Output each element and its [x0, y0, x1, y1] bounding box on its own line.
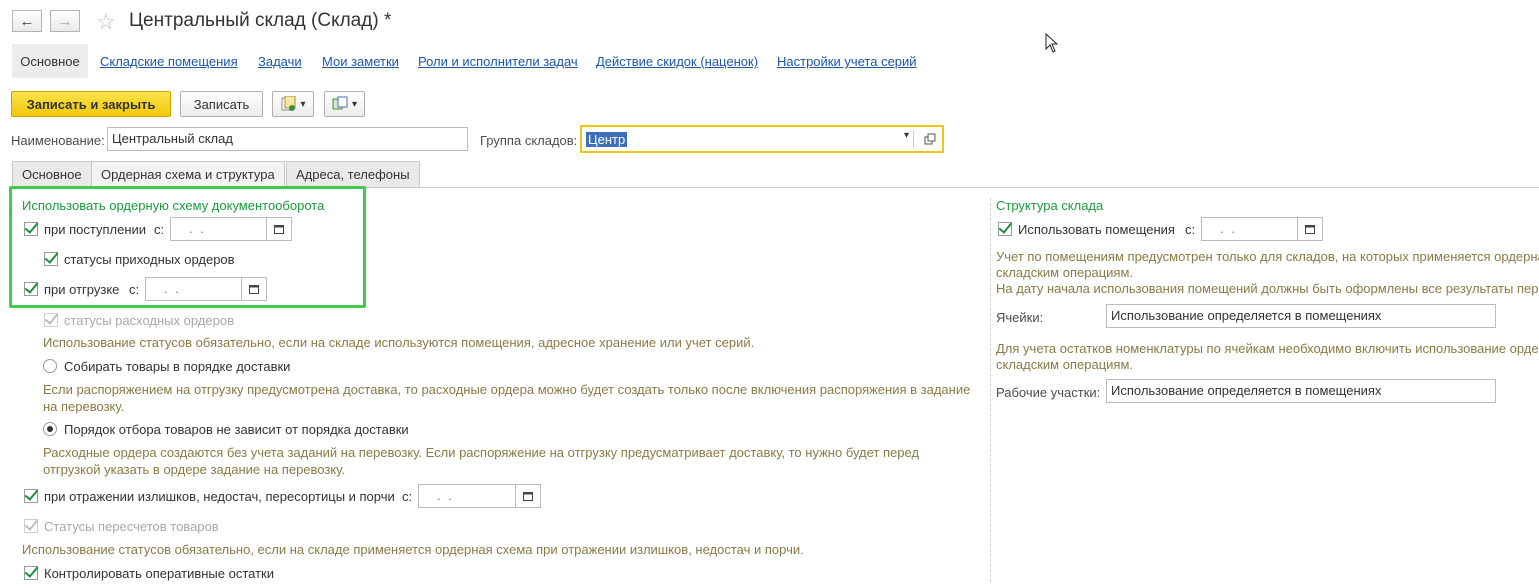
calendar-icon[interactable]: [266, 218, 291, 240]
surplus-checkbox[interactable]: [24, 489, 38, 503]
arrow-right-icon: →: [57, 12, 73, 30]
receipt-from-label: с:: [154, 222, 165, 237]
top-link-notes[interactable]: Мои заметки: [322, 54, 399, 69]
collect-delivery-note-2: на перевозку.: [43, 399, 125, 414]
shipment-date-field[interactable]: . .: [145, 277, 267, 301]
shipment-statuses-checkbox: [44, 313, 58, 327]
recount-statuses-label: Статусы пересчетов товаров: [44, 519, 219, 534]
save-button[interactable]: Записать: [180, 91, 263, 117]
work-areas-field[interactable]: Использование определяется в помещениях: [1106, 379, 1496, 403]
chevron-down-icon: ▾: [300, 98, 306, 110]
print-button[interactable]: ▾: [324, 91, 365, 117]
receipt-date-value: . .: [189, 221, 206, 236]
calendar-icon[interactable]: [515, 485, 540, 507]
related-docs-icon: [332, 96, 348, 110]
surplus-label: при отражении излишков, недостач, пересо…: [44, 489, 395, 504]
tab-divider: [12, 187, 1539, 188]
independent-order-label: Порядок отбора товаров не зависит от пор…: [64, 422, 409, 437]
document-add-icon: [281, 96, 296, 111]
calendar-icon[interactable]: [241, 278, 266, 300]
recount-statuses-checkbox: [24, 519, 38, 533]
group-label: Группа складов:: [480, 133, 578, 148]
group-field[interactable]: Центр ▾: [580, 125, 944, 153]
name-field[interactable]: Центральный склад: [107, 127, 468, 151]
use-rooms-date-field[interactable]: . .: [1201, 217, 1323, 241]
calendar-icon[interactable]: [1297, 218, 1322, 240]
top-link-main[interactable]: Основное: [12, 44, 88, 78]
use-rooms-date-value: . .: [1220, 221, 1237, 236]
shipment-statuses-label: статусы расходных ордеров: [64, 313, 234, 328]
cells-field[interactable]: Использование определяется в помещениях: [1106, 304, 1496, 328]
collect-delivery-note-1: Если распоряжением на отгрузку предусмот…: [43, 382, 971, 397]
independent-order-radio[interactable]: [43, 422, 57, 436]
collect-delivery-radio[interactable]: [43, 359, 57, 373]
surplus-date-value: . .: [437, 488, 454, 503]
mouse-cursor-icon: [1045, 33, 1059, 53]
chevron-down-icon[interactable]: ▾: [904, 130, 912, 141]
rooms-note-3: На дату начала использования помещений д…: [996, 281, 1539, 296]
column-divider: [990, 198, 991, 582]
collect-delivery-label: Собирать товары в порядке доставки: [64, 359, 291, 374]
top-link-tasks[interactable]: Задачи: [258, 54, 302, 69]
cells-label: Ячейки:: [996, 310, 1044, 325]
top-link-series-settings[interactable]: Настройки учета серий: [777, 54, 917, 69]
use-rooms-from-label: с:: [1185, 222, 1196, 237]
independent-note-2: отгрузкой указать в ордере задание на пе…: [43, 462, 345, 477]
top-link-roles[interactable]: Роли и исполнители задач: [418, 54, 578, 69]
create-based-on-button[interactable]: ▾: [272, 91, 314, 117]
tab-order-scheme[interactable]: Ордерная схема и структура: [91, 161, 285, 188]
cells-note-2: складским операциям.: [996, 357, 1133, 372]
save-and-close-label: Записать и закрыть: [26, 96, 156, 112]
rooms-note-1: Учет по помещениям предусмотрен только д…: [996, 249, 1539, 264]
name-label: Наименование:: [11, 133, 105, 148]
back-button[interactable]: ←: [12, 10, 42, 32]
independent-note-1: Расходные ордера создаются без учета зад…: [43, 445, 920, 460]
rooms-note-2: складским операциям.: [996, 265, 1133, 280]
page-title: Центральный склад (Склад) *: [129, 10, 392, 31]
arrow-left-icon: ←: [19, 12, 35, 30]
shipment-date-value: . .: [164, 281, 181, 296]
receipt-checkbox[interactable]: [24, 222, 38, 236]
shipment-checkbox[interactable]: [24, 282, 38, 296]
receipt-statuses-checkbox[interactable]: [44, 252, 58, 266]
recount-note: Использование статусов обязательно, если…: [22, 542, 804, 557]
warehouse-structure-title: Структура склада: [996, 198, 1104, 213]
favorite-star-icon[interactable]: ☆: [96, 9, 116, 35]
control-stock-label: Контролировать оперативные остатки: [44, 566, 275, 581]
use-rooms-label: Использовать помещения: [1018, 222, 1175, 237]
receipt-date-field[interactable]: . .: [170, 217, 292, 241]
shipment-label: при отгрузке: [44, 282, 120, 297]
surplus-from-label: с:: [402, 489, 413, 504]
control-stock-checkbox[interactable]: [24, 566, 38, 580]
tab-main[interactable]: Основное: [12, 161, 92, 188]
group-value: Центр: [586, 132, 628, 147]
save-label: Записать: [193, 96, 250, 112]
top-link-discounts[interactable]: Действие скидок (наценок): [596, 54, 758, 69]
top-link-storage-rooms[interactable]: Складские помещения: [100, 54, 238, 69]
statuses-note: Использование статусов обязательно, если…: [43, 335, 755, 350]
shipment-from-label: с:: [129, 282, 140, 297]
receipt-statuses-label: статусы приходных ордеров: [64, 252, 235, 267]
receipt-label: при поступлении: [44, 222, 147, 237]
tab-addresses[interactable]: Адреса, телефоны: [286, 161, 420, 188]
order-scheme-title: Использовать ордерную схему документообо…: [22, 198, 325, 213]
surplus-date-field[interactable]: . .: [418, 484, 541, 508]
forward-button[interactable]: →: [50, 10, 80, 32]
chevron-down-icon: ▾: [351, 98, 358, 110]
open-icon[interactable]: [924, 133, 936, 145]
use-rooms-checkbox[interactable]: [998, 222, 1012, 236]
work-areas-label: Рабочие участки:: [996, 385, 1101, 400]
save-and-close-button[interactable]: Записать и закрыть: [11, 91, 171, 117]
cells-note-1: Для учета остатков номенклатуры по ячейк…: [996, 341, 1539, 356]
